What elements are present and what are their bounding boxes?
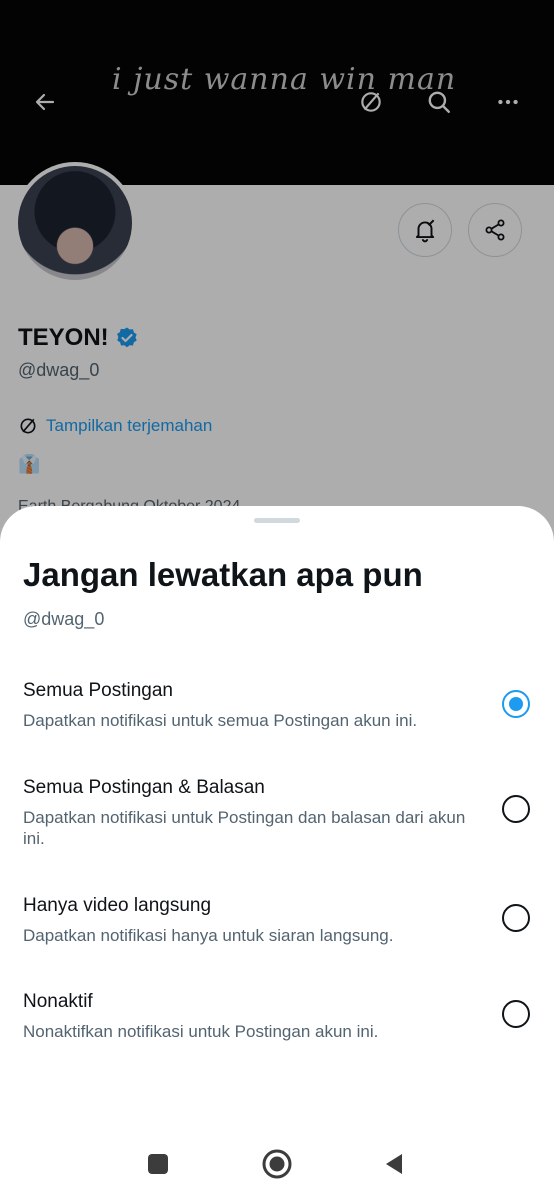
option-live-video[interactable]: Hanya video langsung Dapatkan notifikasi…: [0, 895, 554, 985]
option-posts-and-replies[interactable]: Semua Postingan & Balasan Dapatkan notif…: [0, 777, 554, 867]
radio-off[interactable]: [502, 1000, 530, 1028]
option-all-posts[interactable]: Semua Postingan Dapatkan notifikasi untu…: [0, 680, 554, 770]
option-title: Nonaktif: [23, 991, 93, 1012]
sheet-grabber[interactable]: [254, 518, 300, 523]
back-icon[interactable]: [376, 1146, 412, 1182]
system-nav-bar: [0, 1130, 554, 1200]
option-off[interactable]: Nonaktif Nonaktifkan notifikasi untuk Po…: [0, 991, 554, 1081]
sheet-handle: @dwag_0: [23, 609, 105, 629]
option-title: Semua Postingan: [23, 680, 173, 701]
radio-live-video[interactable]: [502, 904, 530, 932]
radio-dot: [509, 697, 523, 711]
option-desc: Dapatkan notifikasi untuk Postingan dan …: [23, 808, 466, 848]
option-desc: Dapatkan notifikasi hanya untuk siaran l…: [23, 926, 394, 945]
notification-sheet: Jangan lewatkan apa pun @dwag_0 Semua Po…: [0, 506, 554, 1200]
option-title: Semua Postingan & Balasan: [23, 777, 265, 798]
option-title: Hanya video langsung: [23, 895, 212, 916]
sheet-title: Jangan lewatkan apa pun: [23, 556, 423, 593]
radio-posts-and-replies[interactable]: [502, 795, 530, 823]
home-icon[interactable]: [259, 1146, 295, 1182]
option-desc: Dapatkan notifikasi untuk semua Postinga…: [23, 711, 418, 730]
recents-icon[interactable]: [140, 1146, 176, 1182]
radio-all-posts[interactable]: [502, 690, 530, 718]
option-desc: Nonaktifkan notifikasi untuk Postingan a…: [23, 1022, 379, 1041]
